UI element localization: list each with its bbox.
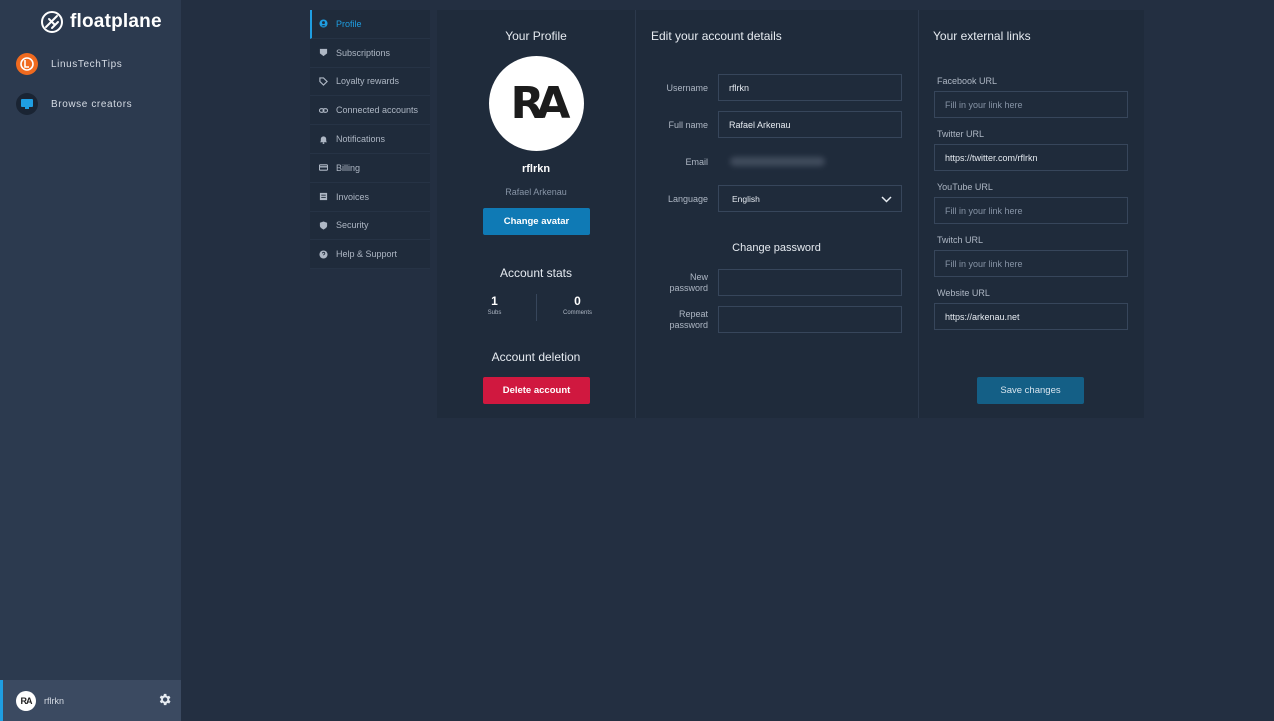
new-password-field[interactable]: [718, 269, 902, 296]
settings-nav-label: Billing: [336, 162, 361, 173]
label-line: password: [669, 320, 708, 330]
language-select[interactable]: English: [718, 185, 902, 212]
stat-comments: 0 Comments: [545, 294, 610, 316]
browse-icon: [16, 93, 38, 115]
email-value-redacted: [730, 157, 825, 166]
website-url-label: Website URL: [937, 288, 990, 298]
label-line: Repeat: [678, 309, 708, 319]
stat-label: Subs: [487, 310, 502, 316]
youtube-url-label: YouTube URL: [937, 182, 993, 192]
email-label: Email: [685, 157, 708, 167]
user-icon: [319, 19, 328, 28]
floatplane-logo[interactable]: floatplane: [40, 9, 162, 35]
label-line: New: [689, 272, 708, 282]
help-icon: [319, 250, 328, 259]
twitch-url-field[interactable]: [934, 250, 1128, 277]
delete-account-button[interactable]: Delete account: [483, 377, 590, 404]
settings-nav-invoices[interactable]: Invoices: [310, 183, 430, 212]
card-icon: [319, 163, 328, 172]
username-field[interactable]: [718, 74, 902, 101]
settings-nav-label: Security: [336, 220, 369, 231]
sidebar: floatplane LinusTechTips Browse creators…: [0, 0, 181, 721]
change-avatar-button[interactable]: Change avatar: [483, 208, 590, 235]
settings-nav-loyalty-rewards[interactable]: Loyalty rewards: [310, 68, 430, 97]
badge-icon: [319, 48, 328, 57]
avatar: RA: [16, 690, 36, 711]
save-changes-button[interactable]: Save changes: [977, 377, 1084, 404]
youtube-url-field[interactable]: [934, 197, 1128, 224]
settings-nav-label: Help & Support: [336, 249, 398, 260]
stat-subs: 1 Subs: [462, 294, 527, 316]
stats-divider: [536, 294, 537, 321]
settings-nav-connected-accounts[interactable]: Connected accounts: [310, 96, 430, 126]
settings-nav-profile[interactable]: Profile: [310, 10, 430, 39]
account-details-title: Edit your account details: [651, 29, 782, 43]
facebook-url-field[interactable]: [934, 91, 1128, 118]
new-password-label: New password: [651, 272, 708, 294]
current-user-bar[interactable]: RA rflrkn: [0, 680, 181, 721]
account-deletion-title: Account deletion: [491, 350, 581, 364]
sidebar-item-browse-creators[interactable]: Browse creators: [0, 84, 181, 124]
brand-name: floatplane: [70, 11, 162, 32]
website-url-field[interactable]: [934, 303, 1128, 330]
sidebar-item-label: Browse creators: [51, 98, 133, 110]
column-divider: [918, 10, 919, 418]
profile-fullname: Rafael Arkenau: [505, 187, 567, 197]
stat-value: 1: [491, 294, 498, 308]
settings-nav-label: Notifications: [336, 134, 386, 145]
settings-nav-subscriptions[interactable]: Subscriptions: [310, 39, 430, 68]
account-stats-title: Account stats: [499, 266, 573, 280]
twitter-url-field[interactable]: [934, 144, 1128, 171]
settings-nav-label: Subscriptions: [336, 47, 391, 58]
settings-nav-security[interactable]: Security: [310, 212, 430, 241]
label-line: password: [669, 283, 708, 293]
settings-nav-billing[interactable]: Billing: [310, 154, 430, 183]
settings-nav-notifications[interactable]: Notifications: [310, 125, 430, 154]
chevron-down-icon: [881, 196, 892, 203]
sidebar-item-linustechtips[interactable]: LinusTechTips: [0, 44, 181, 84]
stat-value: 0: [574, 294, 581, 308]
settings-nav-label: Loyalty rewards: [336, 76, 400, 87]
profile-settings-panel: Your Profile RA rflrkn Rafael Arkenau Ch…: [437, 10, 1144, 418]
language-label: Language: [667, 194, 708, 204]
link-icon: [319, 106, 328, 115]
user-name: rflrkn: [44, 695, 64, 706]
profile-username: rflrkn: [521, 163, 551, 175]
fullname-field[interactable]: [718, 111, 902, 138]
invoice-icon: [319, 192, 328, 201]
repeat-password-field[interactable]: [718, 306, 902, 333]
gear-icon[interactable]: [157, 692, 172, 707]
fullname-label: Full name: [668, 120, 708, 130]
profile-title: Your Profile: [505, 29, 567, 43]
language-selected: English: [732, 193, 760, 204]
username-label: Username: [666, 83, 708, 93]
settings-nav: Profile Subscriptions Loyalty rewards Co…: [310, 10, 430, 270]
settings-nav-label: Connected accounts: [336, 105, 419, 116]
change-password-title: Change password: [732, 242, 821, 254]
settings-nav-label: Profile: [336, 18, 362, 29]
facebook-url-label: Facebook URL: [937, 76, 998, 86]
shield-icon: [319, 221, 328, 230]
settings-nav-help-support[interactable]: Help & Support: [310, 240, 430, 270]
floatplane-logo-icon: [41, 11, 63, 33]
external-links-title: Your external links: [933, 29, 1031, 43]
twitch-url-label: Twitch URL: [937, 235, 984, 245]
sidebar-item-label: LinusTechTips: [51, 58, 123, 70]
tag-icon: [319, 77, 328, 86]
stat-label: Comments: [562, 310, 592, 316]
settings-nav-label: Invoices: [336, 191, 370, 202]
column-divider: [635, 10, 636, 418]
profile-avatar: RA: [489, 56, 584, 151]
ltt-logo-icon: [16, 53, 38, 75]
bell-icon: [319, 135, 328, 144]
repeat-password-label: Repeat password: [651, 309, 708, 331]
twitter-url-label: Twitter URL: [937, 129, 985, 139]
